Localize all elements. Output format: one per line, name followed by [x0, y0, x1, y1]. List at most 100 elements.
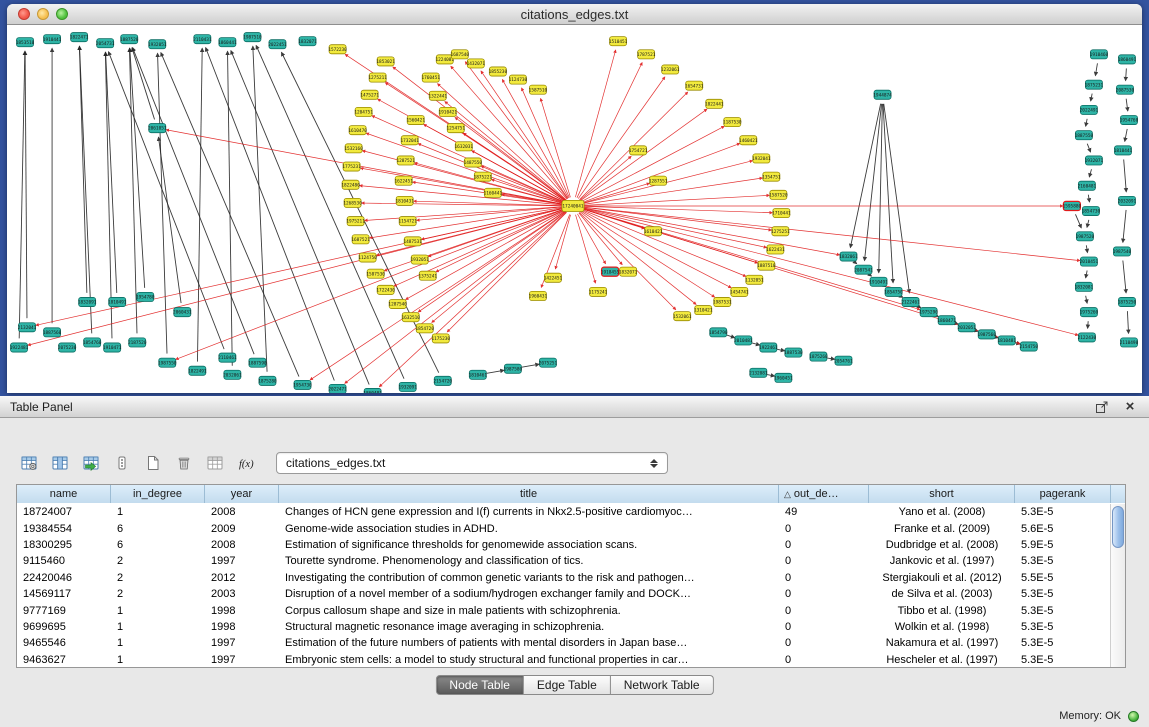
- cell-year[interactable]: 2009: [205, 523, 279, 535]
- network-node[interactable]: 1610470: [348, 126, 367, 135]
- network-node[interactable]: 1810441: [1114, 146, 1133, 155]
- tab-edge-table[interactable]: Edge Table: [524, 675, 611, 695]
- network-node[interactable]: 1254751: [447, 124, 466, 133]
- cell-out_de[interactable]: 49: [779, 506, 869, 518]
- tab-network-table[interactable]: Network Table: [611, 675, 714, 695]
- window-titlebar[interactable]: citations_edges.txt: [7, 4, 1142, 25]
- network-node[interactable]: 1887520: [120, 35, 139, 44]
- cell-name[interactable]: 18300295: [17, 539, 111, 551]
- citation-edge-black[interactable]: [253, 46, 267, 372]
- network-node[interactable]: 1622431: [766, 245, 785, 254]
- network-node[interactable]: 1875231: [1085, 80, 1104, 89]
- cell-title[interactable]: Structural magnetic resonance image aver…: [279, 621, 779, 633]
- citation-edge-red[interactable]: [581, 143, 739, 202]
- network-node[interactable]: 1572230: [328, 45, 347, 54]
- column-header-title[interactable]: title: [279, 485, 779, 503]
- cell-pagerank[interactable]: 5.3E-5: [1015, 605, 1110, 617]
- cell-pagerank[interactable]: 5.3E-5: [1015, 637, 1110, 649]
- cell-name[interactable]: 9777169: [17, 605, 111, 617]
- citation-edge-black[interactable]: [1123, 261, 1126, 293]
- merge-tables-disabled-icon[interactable]: [202, 451, 227, 475]
- cell-pagerank[interactable]: 5.3E-5: [1015, 588, 1110, 600]
- network-node[interactable]: 2087541: [854, 265, 873, 274]
- citation-edge-black[interactable]: [158, 53, 167, 353]
- network-node[interactable]: 1932091: [398, 382, 417, 391]
- network-node[interactable]: 1775231: [342, 162, 361, 171]
- network-node[interactable]: 1204751: [354, 107, 373, 116]
- network-node[interactable]: 1710441: [772, 208, 791, 217]
- network-node[interactable]: 1322441: [429, 91, 448, 100]
- citation-edge-black[interactable]: [1091, 94, 1092, 101]
- cell-pagerank[interactable]: 5.5E-5: [1015, 572, 1110, 584]
- network-node[interactable]: 1854730: [1082, 206, 1101, 215]
- cell-title[interactable]: Estimation of significance thresholds fo…: [279, 539, 779, 551]
- cell-short[interactable]: Franke et al. (2009): [869, 523, 1015, 535]
- float-panel-icon[interactable]: [1093, 399, 1111, 415]
- network-node[interactable]: 1510451: [609, 37, 628, 46]
- citation-edge-red[interactable]: [447, 212, 566, 332]
- network-node[interactable]: 1268530: [343, 198, 362, 207]
- network-node[interactable]: 1595880: [1063, 201, 1082, 210]
- citation-edge-black[interactable]: [1125, 129, 1127, 141]
- cell-pagerank[interactable]: 5.6E-5: [1015, 523, 1110, 535]
- cell-title[interactable]: Embryonic stem cells: a model to study s…: [279, 654, 779, 666]
- network-node[interactable]: 1854760: [83, 338, 102, 347]
- network-node[interactable]: 1960451: [774, 373, 793, 382]
- network-node[interactable]: 2054731: [96, 39, 115, 48]
- network-node[interactable]: 1532061: [673, 312, 692, 321]
- citation-edge-black[interactable]: [1086, 119, 1087, 126]
- network-node[interactable]: 1822471: [70, 33, 89, 42]
- cell-short[interactable]: de Silva et al. (2003): [869, 588, 1015, 600]
- cell-short[interactable]: Nakamura et al. (1997): [869, 637, 1015, 649]
- network-node[interactable]: 1832071: [619, 267, 638, 276]
- table-selector-dropdown[interactable]: citations_edges.txt: [276, 452, 668, 474]
- table-vertical-scrollbar[interactable]: [1110, 504, 1125, 667]
- citation-edge-black[interactable]: [80, 46, 92, 333]
- network-node[interactable]: 1460421: [739, 136, 758, 145]
- citation-edge-red[interactable]: [582, 209, 920, 310]
- network-node[interactable]: 1875250: [1118, 297, 1137, 306]
- citation-edge-black[interactable]: [522, 364, 539, 367]
- citation-edge-black[interactable]: [1089, 169, 1091, 177]
- citation-edge-black[interactable]: [105, 52, 112, 338]
- network-node[interactable]: 1860481: [363, 388, 382, 393]
- network-node[interactable]: 1854720: [415, 324, 434, 333]
- network-node[interactable]: 1587510: [529, 85, 548, 94]
- citation-edge-red[interactable]: [28, 208, 564, 345]
- citation-edge-red[interactable]: [582, 208, 840, 255]
- network-node[interactable]: 1932041: [752, 154, 771, 163]
- network-node[interactable]: 1855230: [489, 67, 508, 76]
- network-node[interactable]: 1832071: [298, 37, 317, 46]
- citation-edge-black[interactable]: [129, 48, 137, 333]
- citation-edge-black[interactable]: [727, 335, 735, 338]
- network-node[interactable]: 2160481: [1078, 181, 1097, 190]
- network-node[interactable]: 1587530: [366, 269, 385, 278]
- network-node[interactable]: 1887560: [43, 328, 62, 337]
- network-node[interactable]: 1918455: [601, 267, 620, 276]
- network-node[interactable]: 1954760: [1120, 115, 1139, 124]
- network-node[interactable]: 1854750: [884, 287, 903, 296]
- cell-year[interactable]: 2012: [205, 572, 279, 584]
- cell-title[interactable]: Investigating the contribution of common…: [279, 572, 779, 584]
- network-node[interactable]: 1944874: [873, 90, 892, 99]
- network-node[interactable]: 1975211: [346, 217, 365, 226]
- citation-edge-black[interactable]: [133, 48, 255, 355]
- citation-edge-black[interactable]: [197, 48, 202, 361]
- citation-edge-red[interactable]: [582, 206, 772, 212]
- cell-pagerank[interactable]: 5.3E-5: [1015, 506, 1110, 518]
- network-node[interactable]: 2110490: [1120, 338, 1139, 347]
- cell-in_degree[interactable]: 1: [111, 637, 205, 649]
- network-node[interactable]: 1822441: [705, 99, 724, 108]
- network-node[interactable]: 1687540: [451, 50, 470, 59]
- row-options-icon[interactable]: [109, 451, 134, 475]
- table-row[interactable]: 1872400712008Changes of HCN gene express…: [17, 504, 1110, 520]
- network-node[interactable]: 1887550: [1075, 131, 1094, 140]
- network-node[interactable]: 2032051: [957, 323, 976, 332]
- citation-edge-red[interactable]: [365, 207, 564, 221]
- function-builder-icon[interactable]: f(x): [233, 451, 258, 475]
- citation-edge-black[interactable]: [1088, 321, 1089, 328]
- network-node[interactable]: 2154720: [434, 376, 453, 385]
- network-node[interactable]: 1987520: [1076, 232, 1095, 241]
- network-node[interactable]: 1487531: [403, 237, 422, 246]
- cell-out_de[interactable]: 0: [779, 523, 869, 535]
